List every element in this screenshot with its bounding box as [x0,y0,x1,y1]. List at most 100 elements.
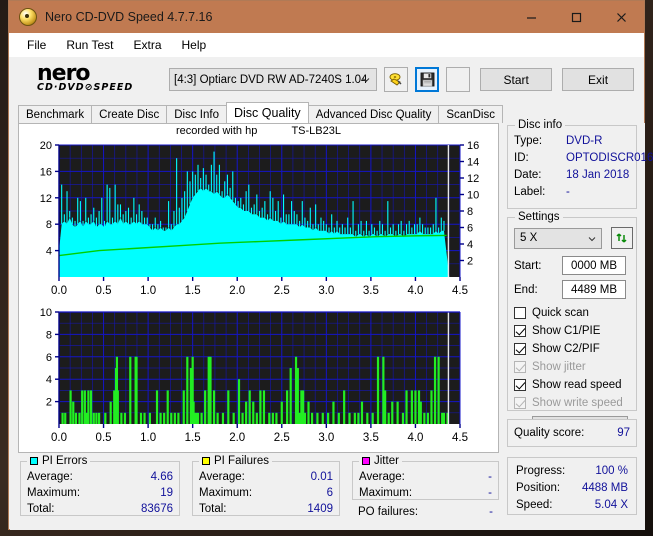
disc-info-row: Label: - [514,184,636,201]
disc-id-label: ID: [514,152,529,164]
disc-label-value: - [566,186,570,198]
menu-item-help[interactable]: Help [172,36,217,54]
checkbox-quick-scan[interactable]: Quick scan [514,304,636,322]
exit-button[interactable]: Exit [562,68,634,91]
save-button[interactable] [415,67,440,92]
progress-value: 100 % [595,465,628,477]
disc-eject-button[interactable] [384,67,409,92]
svg-text:2: 2 [46,397,52,409]
disc-type-value: DVD-R [566,135,603,147]
charts-container: recorded with hp TS-LB23L 4 8 12 16 20 2 4 6 8 10… [18,123,499,453]
progress-label: Progress: [516,465,566,477]
svg-text:4.5: 4.5 [452,285,468,297]
pi-failures-legend-label: PI Failures [214,455,269,467]
svg-text:10: 10 [467,190,479,202]
end-label: End: [514,283,538,296]
menu-item-file[interactable]: File [17,36,56,54]
checkbox-icon [514,379,526,391]
speed-value: 5.04 X [594,499,628,511]
tab-advanced-disc-quality[interactable]: Advanced Disc Quality [307,105,440,123]
toolbar-spare-button[interactable] [446,67,471,92]
svg-text:1.5: 1.5 [185,285,201,297]
svg-text:16: 16 [40,166,52,178]
stat-row: Total: 83676 [21,501,179,517]
svg-text:16: 16 [467,140,479,152]
chevron-down-icon [588,236,596,241]
chevron-down-icon [362,78,370,83]
close-icon[interactable] [599,1,644,33]
jitter-legend: Jitter [359,455,402,467]
tab-benchmark[interactable]: Benchmark [18,105,93,123]
quality-score-group: Quality score: 97 [507,419,637,447]
pi-failures-total-label: Total: [199,503,227,515]
svg-text:2.0: 2.0 [229,285,245,297]
drive-select[interactable]: [4:3] Optiarc DVD RW AD-7240S 1.04 [169,68,378,91]
window-title: Nero CD-DVD Speed 4.7.7.16 [45,10,213,24]
pi-errors-legend-label: PI Errors [42,455,88,467]
speed-select[interactable]: 5 X [514,227,602,249]
pi-errors-stats-group: PI Errors Average: 4.66 Maximum: 19 Total:… [20,455,180,517]
tab-disc-quality[interactable]: Disc Quality [226,102,309,123]
checkbox-label: Show C1/PIE [532,325,601,337]
pi-failures-color-swatch [202,457,210,465]
svg-text:0.0: 0.0 [51,432,67,444]
stat-row: Maximum: 19 [21,485,179,501]
minimize-icon[interactable] [509,1,554,33]
maximize-icon[interactable] [554,1,599,33]
stat-row: Average: 0.01 [193,469,339,485]
svg-text:3.0: 3.0 [318,432,334,444]
pi-failures-chart: 2 4 6 8 10 0.0 0.5 1.0 1.5 2.0 2.5 3.0 3.5 4.0 4.5 [40,307,468,444]
speed-row: Speed: 5.04 X [516,497,628,514]
checkbox-show-c2-pif[interactable]: Show C2/PIF [514,340,636,358]
pi-errors-total-label: Total: [27,503,55,515]
svg-text:2.5: 2.5 [274,285,290,297]
start-button[interactable]: Start [480,68,553,91]
svg-text:4: 4 [467,239,473,251]
start-input[interactable]: 0000 MB [562,256,626,275]
tab-disc-info[interactable]: Disc Info [166,105,227,123]
refresh-button[interactable] [611,227,633,249]
svg-text:4: 4 [46,246,52,258]
end-input[interactable]: 4489 MB [562,280,626,299]
po-failures-value: - [489,506,493,518]
svg-text:10: 10 [40,307,52,319]
svg-text:12: 12 [40,193,52,205]
jitter-maximum-label: Maximum: [359,487,413,499]
checkbox-label: Quick scan [532,307,589,319]
stat-row: Average: 4.66 [21,469,179,485]
svg-text:4: 4 [46,374,52,386]
disc-date-label: Date: [514,169,542,181]
menu-item-run-test[interactable]: Run Test [56,36,123,54]
svg-text:0.5: 0.5 [96,432,112,444]
jitter-color-swatch [362,457,370,465]
svg-text:12: 12 [467,173,479,185]
menu-item-extra[interactable]: Extra [123,36,171,54]
checkbox-show-c1-pie[interactable]: Show C1/PIE [514,322,636,340]
speed-select-value: 5 X [520,232,538,244]
checkbox-show-read-speed[interactable]: Show read speed [514,376,636,394]
pi-errors-color-swatch [30,457,38,465]
jitter-stats-group: Jitter Average: - Maximum: - [352,455,499,500]
disc-info-group: Disc info Type: DVD-R ID: OPTODISCR016 Dat… [507,119,653,209]
chart-caption-recorded: recorded with hp [176,125,258,137]
tab-scandisc[interactable]: ScanDisc [438,105,503,123]
toolbar: nero CD·DVD⊘SPEED [4:3] Optiarc DVD RW A… [9,57,644,102]
svg-text:4.5: 4.5 [452,432,468,444]
stat-row: Average: - [353,469,498,485]
window-controls [509,1,644,33]
checkbox-label: Show write speed [532,397,623,409]
tab-create-disc[interactable]: Create Disc [91,105,168,123]
pi-errors-average-label: Average: [27,471,73,483]
disc-id-value: OPTODISCR016 [566,152,653,164]
svg-text:8: 8 [467,206,473,218]
svg-text:3.0: 3.0 [318,285,334,297]
quality-score-value: 97 [617,427,630,439]
checkbox-label: Show jitter [532,361,586,373]
svg-text:14: 14 [467,157,479,169]
checkbox-show-write-speed: Show write speed [514,394,636,412]
pi-errors-maximum-label: Maximum: [27,487,81,499]
checkbox-show-jitter: Show jitter [514,358,636,376]
disc-eject-icon [389,72,402,86]
checkbox-icon [514,361,526,373]
title-bar: Nero CD-DVD Speed 4.7.7.16 [9,1,644,33]
